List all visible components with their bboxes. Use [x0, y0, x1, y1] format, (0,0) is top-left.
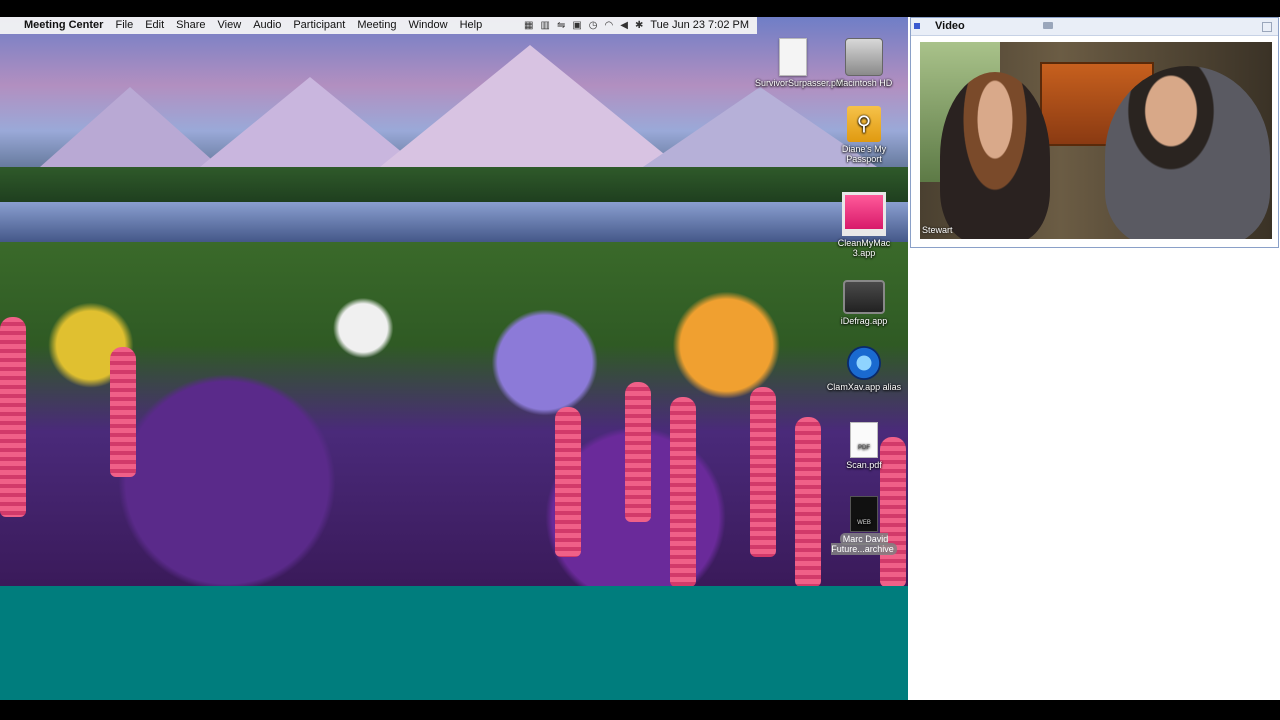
clamxav-app-icon	[847, 346, 881, 380]
webarchive-icon: WEB	[850, 496, 878, 532]
desktop-icon-survivorsurpasser[interactable]: SurvivorSurpasser.pdf	[755, 38, 844, 88]
window-icon[interactable]: ▣	[572, 20, 581, 31]
desktop-icon-label: iDefrag.app	[840, 316, 888, 326]
desktop-icon-label: CleanMyMac 3.app	[837, 238, 891, 258]
desktop-icon-label: Diane's My Passport	[841, 144, 887, 164]
menu-help[interactable]: Help	[454, 17, 489, 34]
menu-audio[interactable]: Audio	[247, 17, 287, 34]
menu-window[interactable]: Window	[402, 17, 453, 34]
defrag-app-icon	[843, 280, 885, 314]
desktop-icon-label: Scan.pdf	[846, 460, 882, 470]
desktop-icon-label: Macintosh HD	[835, 78, 893, 88]
panel-options-icon[interactable]	[1262, 22, 1272, 32]
teal-background	[0, 586, 908, 700]
desktop-icon-macintosh-hd[interactable]: Macintosh HD	[826, 38, 902, 88]
menu-share[interactable]: Share	[170, 17, 211, 34]
desktop-icon-label: Marc David Future...archive	[831, 533, 897, 555]
menu-edit[interactable]: Edit	[139, 17, 170, 34]
desktop-icon-scan-pdf[interactable]: PDF Scan.pdf	[826, 422, 902, 470]
status-app-icon[interactable]: ▦	[524, 20, 533, 31]
volume-icon[interactable]: ◀	[620, 20, 628, 31]
camera-icon[interactable]	[1043, 22, 1053, 29]
wifi-icon[interactable]: ◠	[605, 20, 614, 31]
imac-app-icon	[842, 192, 886, 236]
desktop-icon-label: ClamXav.app alias	[826, 382, 902, 392]
desktop-wallpaper	[0, 17, 908, 586]
desktop-icon-clamxav[interactable]: ClamXav.app alias	[826, 346, 902, 392]
desktop-icon-idefrag[interactable]: iDefrag.app	[826, 280, 902, 326]
hard-drive-icon	[845, 38, 883, 76]
menu-app-name[interactable]: Meeting Center	[18, 17, 109, 34]
menu-participant[interactable]: Participant	[287, 17, 351, 34]
video-panel-title: Video	[935, 20, 965, 32]
bluetooth-icon[interactable]: ✱	[635, 20, 643, 31]
sync-icon[interactable]: ⇋	[557, 20, 565, 31]
participant-name-tag: Stewart	[922, 225, 953, 235]
menu-meeting[interactable]: Meeting	[351, 17, 402, 34]
participant-video-feed[interactable]: Stewart	[920, 42, 1272, 239]
menu-view[interactable]: View	[212, 17, 248, 34]
desktop-icon-my-passport[interactable]: ⚲ Diane's My Passport	[826, 106, 902, 164]
pdf-document-icon	[779, 38, 807, 76]
status-area: ▦ ▥ ⇋ ▣ ◷ ◠ ◀ ✱ Tue Jun 23 7:02 PM	[524, 17, 757, 34]
desktop-icon-webarchive[interactable]: WEB Marc David Future...archive	[826, 496, 902, 555]
menu-clock[interactable]: Tue Jun 23 7:02 PM	[650, 17, 749, 34]
pdf-file-icon: PDF	[850, 422, 878, 458]
panel-collapse-icon[interactable]	[914, 23, 920, 29]
video-panel-titlebar[interactable]: Video	[911, 18, 1278, 36]
menu-file[interactable]: File	[109, 17, 139, 34]
menu-bar: Meeting Center File Edit Share View Audi…	[0, 17, 757, 34]
video-panel: Video Stewart	[910, 17, 1279, 248]
usb-drive-icon: ⚲	[847, 106, 881, 142]
time-machine-icon[interactable]: ◷	[589, 20, 598, 31]
desktop-icon-cleanmymac[interactable]: CleanMyMac 3.app	[826, 192, 902, 258]
participant-woman	[940, 72, 1050, 239]
participant-man	[1105, 66, 1270, 239]
barcode-icon[interactable]: ▥	[540, 20, 549, 31]
